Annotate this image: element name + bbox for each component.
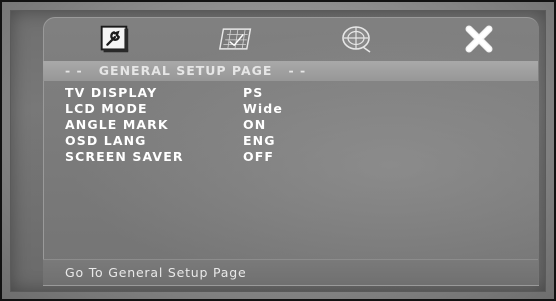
setting-osd-lang[interactable]: OSD LANG ENG [65, 133, 385, 149]
setting-label: TV DISPLAY [65, 85, 158, 100]
setting-value: PS [243, 85, 264, 100]
page-header: - - GENERAL SETUP PAGE - - [43, 61, 538, 81]
wrench-icon [100, 25, 129, 53]
setting-value: OFF [243, 149, 275, 164]
setting-tv-display[interactable]: TV DISPLAY PS [65, 85, 385, 101]
status-bar: Go To General Setup Page [43, 259, 538, 285]
setup-tab-bar [43, 17, 538, 61]
tab-exit[interactable] [461, 23, 497, 55]
setting-label: SCREEN SAVER [65, 149, 184, 164]
settings-list: TV DISPLAY PS LCD MODE Wide ANGLE MARK O… [65, 85, 385, 165]
close-icon [465, 25, 493, 53]
setting-value: ENG [243, 133, 276, 148]
setting-label: ANGLE MARK [65, 117, 169, 132]
setting-value: ON [243, 117, 267, 132]
setting-screen-saver[interactable]: SCREEN SAVER OFF [65, 149, 385, 165]
tab-audio-setup[interactable] [339, 23, 375, 55]
chart-icon [218, 28, 252, 50]
status-text: Go To General Setup Page [65, 265, 247, 280]
setting-label: LCD MODE [65, 101, 148, 116]
disc-icon [342, 26, 371, 53]
setting-label: OSD LANG [65, 133, 147, 148]
tab-general-setup[interactable] [96, 23, 132, 55]
setting-angle-mark[interactable]: ANGLE MARK ON [65, 117, 385, 133]
setting-value: Wide [243, 101, 283, 116]
setting-lcd-mode[interactable]: LCD MODE Wide [65, 101, 385, 117]
page-title: - - GENERAL SETUP PAGE - - [65, 63, 307, 78]
tab-video-setup[interactable] [218, 23, 254, 55]
